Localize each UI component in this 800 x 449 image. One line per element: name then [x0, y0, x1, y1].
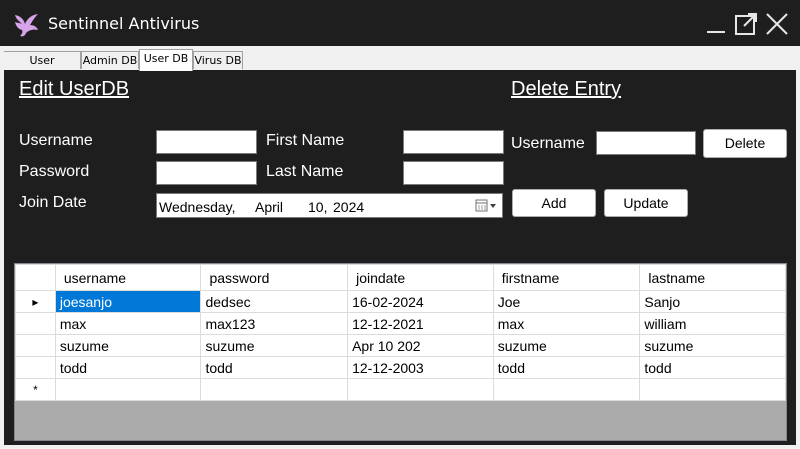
table-row[interactable]: todd todd 12-12-2003 todd todd — [15, 356, 786, 379]
column-header-password[interactable]: password — [200, 264, 349, 291]
date-day[interactable]: 10, — [308, 199, 327, 215]
column-header-joindate[interactable]: joindate — [347, 264, 494, 291]
add-button[interactable]: Add — [512, 189, 596, 217]
table-cell[interactable]: todd — [200, 356, 349, 379]
update-button[interactable]: Update — [604, 189, 688, 217]
window-frame-bottom — [0, 445, 800, 449]
table-row[interactable]: suzume suzume Apr 10 202 suzume suzume — [15, 334, 786, 357]
new-row[interactable]: * — [15, 378, 786, 401]
table-cell[interactable] — [347, 378, 494, 401]
password-input[interactable] — [156, 161, 257, 185]
row-header-cell[interactable] — [15, 334, 56, 357]
tab-strip: User Statistics Admin DB User DB Virus D… — [0, 46, 800, 84]
row-header-cell[interactable] — [15, 312, 56, 335]
table-cell[interactable]: suzume — [639, 334, 786, 357]
table-cell[interactable]: Joe — [492, 290, 641, 313]
table-cell[interactable]: todd — [639, 356, 786, 379]
calendar-dropdown-icon[interactable] — [475, 199, 499, 213]
table-row[interactable]: max max123 12-12-2021 max william — [15, 312, 786, 335]
corner-header-cell[interactable] — [15, 264, 56, 291]
tab-user-statistics[interactable]: User Statistics — [3, 51, 81, 84]
table-cell[interactable]: Sanjo — [639, 290, 786, 313]
window-frame-right — [796, 46, 800, 449]
table-cell[interactable]: dedsec — [200, 290, 349, 313]
join-date-picker[interactable]: Wednesday, April 10, 2024 — [156, 193, 503, 218]
table-cell[interactable] — [639, 378, 786, 401]
app-title: Sentinnel Antivirus — [48, 14, 200, 33]
column-header-username[interactable]: username — [54, 264, 202, 291]
table-cell[interactable]: 16-02-2024 — [347, 290, 494, 313]
column-header-lastname[interactable]: lastname — [639, 264, 786, 291]
user-data-grid[interactable]: username password joindate firstname las… — [14, 263, 787, 441]
table-cell[interactable]: max123 — [200, 312, 349, 335]
bird-logo-icon — [15, 14, 38, 37]
table-cell[interactable]: 12-12-2003 — [347, 356, 494, 379]
edit-userdb-heading: Edit UserDB — [19, 78, 130, 100]
table-cell[interactable]: 12-12-2021 — [347, 312, 494, 335]
table-cell[interactable]: joesanjo — [54, 290, 202, 313]
join-date-label: Join Date — [19, 194, 87, 211]
first-name-input[interactable] — [403, 130, 504, 154]
table-row[interactable]: ▸ joesanjo dedsec 16-02-2024 Joe Sanjo — [15, 290, 786, 313]
first-name-label: First Name — [266, 132, 345, 149]
table-cell[interactable] — [492, 378, 641, 401]
date-weekday[interactable]: Wednesday, — [159, 199, 236, 215]
tab-user-db[interactable]: User DB — [139, 49, 193, 71]
table-cell[interactable] — [54, 378, 202, 401]
tab-admin-db[interactable]: Admin DB — [81, 51, 139, 69]
table-cell[interactable]: suzume — [54, 334, 202, 357]
user-table: username password joindate firstname las… — [15, 264, 786, 401]
minimize-icon[interactable] — [705, 12, 729, 36]
column-header-firstname[interactable]: firstname — [492, 264, 641, 291]
delete-username-input[interactable] — [596, 131, 696, 155]
table-cell[interactable]: max — [492, 312, 641, 335]
password-label: Password — [19, 163, 90, 180]
username-input[interactable] — [156, 130, 257, 154]
date-year[interactable]: 2024 — [333, 199, 364, 215]
table-cell[interactable] — [200, 378, 349, 401]
current-row-indicator-icon[interactable]: ▸ — [15, 290, 56, 313]
table-cell[interactable]: Apr 10 202 — [347, 334, 494, 357]
close-icon[interactable] — [765, 12, 789, 36]
date-month[interactable]: April — [255, 199, 283, 215]
table-cell[interactable]: max — [54, 312, 202, 335]
delete-button[interactable]: Delete — [703, 129, 787, 158]
table-cell[interactable]: suzume — [492, 334, 641, 357]
table-cell[interactable]: todd — [492, 356, 641, 379]
maximize-icon[interactable] — [734, 12, 758, 36]
tab-virus-db[interactable]: Virus DB — [193, 51, 243, 69]
username-label: Username — [19, 132, 93, 149]
table-cell[interactable]: todd — [54, 356, 202, 379]
last-name-input[interactable] — [403, 161, 504, 185]
header-row: username password joindate firstname las… — [15, 264, 786, 291]
delete-username-label: Username — [511, 135, 585, 152]
table-cell[interactable]: william — [639, 312, 786, 335]
delete-entry-heading: Delete Entry — [511, 78, 622, 100]
table-cell[interactable]: suzume — [200, 334, 349, 357]
new-row-indicator-icon[interactable]: * — [15, 378, 56, 401]
row-header-cell[interactable] — [15, 356, 56, 379]
last-name-label: Last Name — [266, 163, 344, 180]
